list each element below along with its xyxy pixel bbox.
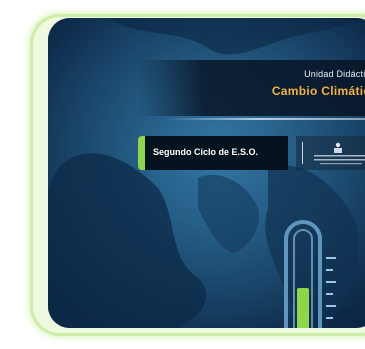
divider-rule <box>166 118 365 120</box>
level-label: Segundo Ciclo de E.S.O. <box>153 147 259 157</box>
institution-emblem-icon <box>302 142 365 165</box>
level-badge: Segundo Ciclo de E.S.O. <box>138 136 288 170</box>
cover-title: Cambio Climático <box>271 84 365 98</box>
thermometer-icon <box>284 220 336 328</box>
emblem-box <box>296 136 365 170</box>
cover-subtitle: Unidad Didáctica: <box>304 69 365 79</box>
cover-card: Unidad Didáctica: Cambio Climático Segun… <box>0 0 365 349</box>
title-band: Unidad Didáctica: Cambio Climático <box>138 60 365 116</box>
book-cover[interactable]: Unidad Didáctica: Cambio Climático Segun… <box>48 18 365 328</box>
